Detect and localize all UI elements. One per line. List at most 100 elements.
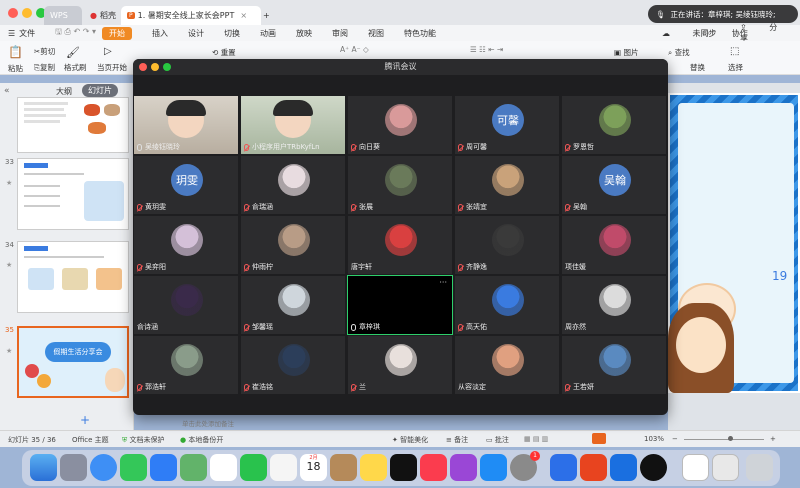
zoom-out-icon[interactable]: −	[672, 435, 678, 443]
notes-button[interactable]: ≡ 备注	[446, 435, 468, 445]
tab-outline[interactable]: 大纲	[56, 86, 72, 97]
tab-transition[interactable]: 切换	[224, 28, 240, 39]
meeting-close-button[interactable]	[139, 63, 147, 71]
participant-tile[interactable]: 兰	[347, 335, 453, 395]
cut-button[interactable]: ✂剪切	[34, 46, 55, 57]
more-icon[interactable]: ···	[439, 278, 447, 287]
replace-button[interactable]: 替换	[690, 62, 705, 73]
participant-tile[interactable]: 小程序用户TRbKyfLn	[240, 95, 346, 155]
minimize-window-button[interactable]	[22, 8, 32, 18]
tab-docer[interactable]: ● 稻壳	[84, 6, 120, 25]
paste-icon[interactable]: 📋	[8, 45, 23, 59]
comment-button[interactable]: ▭ 批注	[486, 435, 509, 445]
paragraph-icons[interactable]: ☰ ☷ ⇤ ⇥	[470, 45, 503, 54]
tab-slideshow[interactable]: 放映	[296, 28, 312, 39]
notes-placeholder[interactable]: 单击此处添加备注	[182, 418, 234, 428]
meeting-minimize-button[interactable]	[151, 63, 159, 71]
participant-tile[interactable]: 俞瑞涵	[240, 155, 346, 215]
trash-icon[interactable]	[746, 454, 773, 481]
app-store-icon[interactable]	[480, 454, 507, 481]
participant-tile[interactable]: 齐静逸	[454, 215, 560, 275]
participant-tile[interactable]: 玥雯 黄玥雯	[133, 155, 239, 215]
participant-tile[interactable]: 王若妍	[561, 335, 667, 395]
participant-tile[interactable]: 可馨 周可馨	[454, 95, 560, 155]
select-icon[interactable]: ⬚	[730, 46, 739, 57]
tab-special[interactable]: 特色功能	[404, 28, 436, 39]
participant-tile[interactable]: 张展	[347, 155, 453, 215]
backup-status[interactable]: ● 本地备份开	[180, 435, 223, 445]
copy-button[interactable]: ⎘复制	[34, 62, 55, 73]
tab-slides[interactable]: 幻灯片	[82, 84, 118, 97]
view-mode-icons[interactable]: ▦ ▤ ▥	[524, 435, 548, 443]
participant-tile[interactable]: 俞诗涵	[133, 275, 239, 335]
finder-icon[interactable]	[30, 454, 57, 481]
participant-tile[interactable]: 吴绫钰晓玲	[133, 95, 239, 155]
wps-icon[interactable]	[580, 454, 607, 481]
tab-design[interactable]: 设计	[188, 28, 204, 39]
play-from-current-button[interactable]: 当页开始	[97, 62, 127, 73]
slide-thumbnail-32[interactable]	[17, 97, 129, 153]
tv-icon[interactable]	[390, 454, 417, 481]
podcasts-icon[interactable]	[450, 454, 477, 481]
participant-tile[interactable]: 唐宇轩	[347, 215, 453, 275]
launchpad-icon[interactable]	[60, 454, 87, 481]
participant-tile[interactable]: 仲雨柠	[240, 215, 346, 275]
current-slide[interactable]: 19	[668, 93, 800, 393]
zoom-in-icon[interactable]: +	[770, 435, 776, 443]
slide-thumbnail-35[interactable]: 假期生活分享会	[17, 326, 129, 398]
mail-icon[interactable]	[150, 454, 177, 481]
participant-tile[interactable]: 张靖宜	[454, 155, 560, 215]
tab-animation[interactable]: 动画	[260, 28, 276, 39]
tab-review[interactable]: 审阅	[332, 28, 348, 39]
music-icon[interactable]	[420, 454, 447, 481]
participant-tile[interactable]: ··· 章梓琪	[347, 275, 453, 335]
select-button[interactable]: 选择	[728, 62, 743, 73]
format-painter-icon[interactable]: 🖌	[66, 46, 80, 59]
protect-status[interactable]: ⛨ 文档未保护	[122, 435, 164, 445]
close-tab-icon[interactable]: ×	[240, 11, 247, 20]
zoom-slider-track[interactable]	[684, 439, 764, 440]
tencent-meeting-icon[interactable]	[550, 454, 577, 481]
font-format-icons[interactable]: A⁺ A⁻ ◇	[340, 45, 369, 54]
calendar-icon[interactable]: 2月 18	[300, 454, 327, 481]
qq-icon[interactable]	[640, 454, 667, 481]
safari-icon[interactable]	[90, 454, 117, 481]
meeting-zoom-button[interactable]	[163, 63, 171, 71]
participant-tile[interactable]: 吴翰 吴翰	[561, 155, 667, 215]
add-slide-button[interactable]: +	[80, 413, 90, 427]
participant-tile[interactable]: 罗恩哲	[561, 95, 667, 155]
facetime-icon[interactable]	[240, 454, 267, 481]
reset-button[interactable]: ⟲ 重置	[212, 47, 236, 58]
participant-tile[interactable]: 向日葵	[347, 95, 453, 155]
system-preferences-icon[interactable]: 1	[510, 451, 540, 481]
wps-pdf-icon[interactable]	[610, 454, 637, 481]
tab-home[interactable]: 开始	[101, 26, 132, 40]
collapse-panel-icon[interactable]: «	[4, 86, 10, 96]
zoom-slider-thumb[interactable]	[728, 436, 733, 441]
participant-tile[interactable]: 高天佑	[454, 275, 560, 335]
messages-icon[interactable]	[120, 454, 147, 481]
participant-tile[interactable]: 吴弈阳	[133, 215, 239, 275]
find-button[interactable]: ⌕ 查找	[668, 47, 690, 58]
menu-file[interactable]: 文件	[19, 28, 35, 39]
tab-insert[interactable]: 插入	[152, 28, 168, 39]
participant-tile[interactable]: 项佳媛	[561, 215, 667, 275]
reminders-icon[interactable]	[270, 454, 297, 481]
slide-thumbnail-34[interactable]	[17, 241, 129, 313]
photos-icon[interactable]	[210, 454, 237, 481]
new-tab-button[interactable]: +	[263, 6, 277, 25]
slide-thumbnail-33[interactable]	[17, 158, 129, 230]
document-preview-icon[interactable]	[712, 454, 739, 481]
document-preview-icon[interactable]	[682, 454, 709, 481]
beautify-button[interactable]: ✦ 智能美化	[392, 435, 428, 445]
contacts-icon[interactable]	[330, 454, 357, 481]
play-icon[interactable]: ▷	[104, 46, 112, 57]
maps-icon[interactable]	[180, 454, 207, 481]
close-window-button[interactable]	[8, 8, 18, 18]
paste-button[interactable]: 粘贴	[8, 63, 23, 74]
tab-presentation[interactable]: P 1. 暑期安全线上家长会PPT ×	[121, 6, 261, 25]
participant-tile[interactable]: 从容淡定	[454, 335, 560, 395]
participant-tile[interactable]: 周亦然	[561, 275, 667, 335]
notes-icon[interactable]	[360, 454, 387, 481]
participant-tile[interactable]: 崔浩铭	[240, 335, 346, 395]
